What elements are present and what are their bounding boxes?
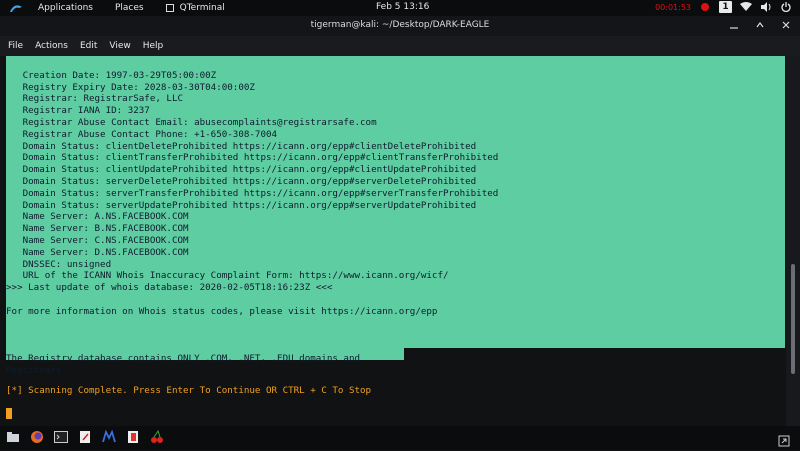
terminal-line: DNSSEC: unsigned xyxy=(6,258,112,270)
menu-help[interactable]: Help xyxy=(143,41,164,51)
terminal-output: Creation Date: 1997-03-29T05:00:00Z Regi… xyxy=(6,58,498,400)
terminal-line: Name Server: A.NS.FACEBOOK.COM xyxy=(6,211,189,223)
terminal-area[interactable]: Creation Date: 1997-03-29T05:00:00Z Regi… xyxy=(0,56,786,426)
qterminal-label: QTerminal xyxy=(179,3,225,13)
terminal-line: Domain Status: serverUpdateProhibited ht… xyxy=(6,199,477,211)
firefox-icon[interactable] xyxy=(30,430,44,444)
terminal-line: URL of the ICANN Whois Inaccuracy Compla… xyxy=(6,270,449,282)
minimize-button[interactable] xyxy=(728,19,740,31)
terminal-line: Domain Status: clientTransferProhibited … xyxy=(6,152,499,164)
file-manager-icon[interactable] xyxy=(6,430,20,444)
record-indicator-icon xyxy=(699,1,711,13)
text-editor-icon[interactable] xyxy=(78,430,92,444)
window-title: tigerman@kali: ~/Desktop/DARK-EAGLE xyxy=(310,20,490,30)
terminal-line: Registry Expiry Date: 2028-03-30T04:00:0… xyxy=(6,81,255,93)
terminal-line: Registrar Abuse Contact Phone: +1-650-30… xyxy=(6,128,278,140)
menu-actions[interactable]: Actions xyxy=(35,41,68,51)
terminal-line: Registrar: RegistrarSafe, LLC xyxy=(6,93,184,105)
menu-edit[interactable]: Edit xyxy=(80,41,97,51)
maximize-button[interactable] xyxy=(754,19,766,31)
wifi-icon[interactable] xyxy=(740,1,752,13)
terminal-line: >>> Last update of whois database: 2020-… xyxy=(6,282,333,294)
terminal-line: The Registry database contains ONLY .COM… xyxy=(6,352,361,364)
terminal-line: For more information on Whois status cod… xyxy=(6,305,438,317)
terminal-window-icon xyxy=(165,4,174,12)
places-menu[interactable]: Places xyxy=(115,3,144,13)
power-icon[interactable] xyxy=(780,1,792,13)
terminal-line: Registrars. xyxy=(6,364,67,376)
workspace-indicator[interactable]: 1 xyxy=(719,1,732,13)
terminal-line: Registrar IANA ID: 3237 xyxy=(6,105,150,117)
volume-icon[interactable] xyxy=(760,1,772,13)
maltego-icon[interactable] xyxy=(102,430,116,444)
clock[interactable]: Feb 5 13:16 xyxy=(376,2,429,12)
burp-suite-icon[interactable] xyxy=(126,430,140,444)
terminal-line: Domain Status: clientUpdateProhibited ht… xyxy=(6,164,477,176)
close-button[interactable] xyxy=(780,19,792,31)
show-desktop-icon[interactable] xyxy=(778,432,790,447)
menu-bar: File Actions Edit View Help xyxy=(0,36,800,56)
kali-menu-icon[interactable] xyxy=(8,0,24,16)
terminal-line: Domain Status: clientDeleteProhibited ht… xyxy=(6,140,477,152)
top-panel: Applications Places QTerminal Feb 5 13:1… xyxy=(0,0,800,16)
menu-file[interactable]: File xyxy=(8,41,23,51)
terminal-cursor xyxy=(6,408,12,419)
menu-view[interactable]: View xyxy=(109,41,130,51)
recording-timer: 00:01:53 xyxy=(655,2,691,12)
terminal-line: Domain Status: serverDeleteProhibited ht… xyxy=(6,175,477,187)
terminal-line: Name Server: C.NS.FACEBOOK.COM xyxy=(6,234,189,246)
qterminal-taskitem[interactable]: QTerminal xyxy=(165,3,225,13)
scan-complete-message: [*] Scanning Complete. Press Enter To Co… xyxy=(6,385,372,396)
terminal-scrollbar[interactable] xyxy=(786,56,800,426)
terminal-line: Name Server: D.NS.FACEBOOK.COM xyxy=(6,246,189,258)
cherry-icon[interactable] xyxy=(150,430,164,444)
taskbar xyxy=(0,426,800,450)
terminal-icon[interactable] xyxy=(54,430,68,444)
scrollbar-thumb[interactable] xyxy=(791,264,795,374)
terminal-line: Registrar Abuse Contact Email: abusecomp… xyxy=(6,116,377,128)
terminal-line: Domain Status: serverTransferProhibited … xyxy=(6,187,499,199)
terminal-line: Name Server: B.NS.FACEBOOK.COM xyxy=(6,223,189,235)
terminal-line: Creation Date: 1997-03-29T05:00:00Z xyxy=(6,69,217,81)
applications-menu[interactable]: Applications xyxy=(38,3,93,13)
window-titlebar[interactable]: tigerman@kali: ~/Desktop/DARK-EAGLE xyxy=(0,16,800,36)
